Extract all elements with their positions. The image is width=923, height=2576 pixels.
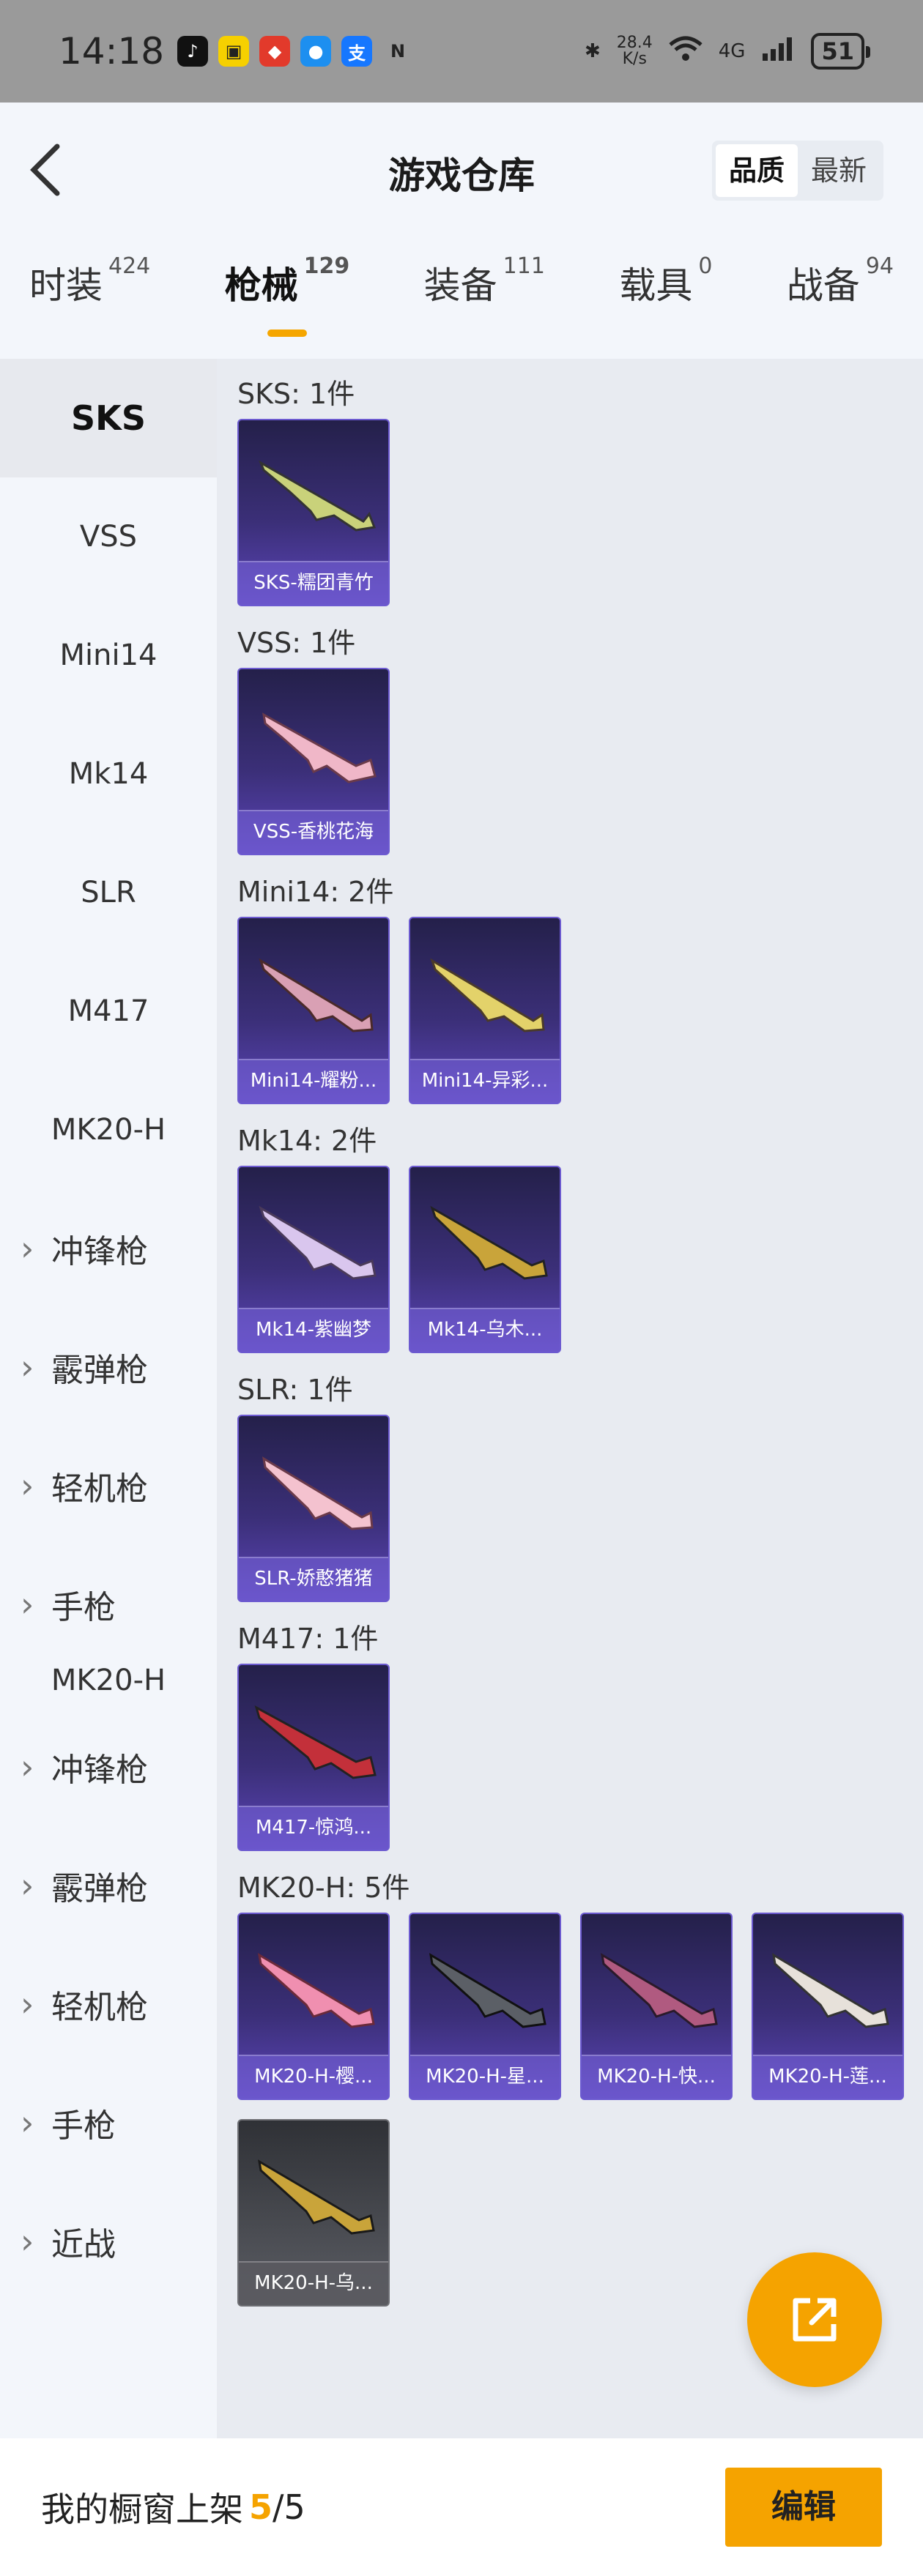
weapon-card[interactable]: MK20-H-星... xyxy=(409,1913,561,2100)
weapon-card-name: Mk14-紫幽梦 xyxy=(239,1308,388,1352)
sort-toggle: 品质 最新 xyxy=(711,141,883,201)
weapon-card-name: MK20-H-快... xyxy=(582,2055,731,2099)
section-title-m417: M417: 1件 xyxy=(237,1623,379,1655)
app-icon-yellow: ▣ xyxy=(218,36,250,67)
weapon-card[interactable]: VSS-香桃花海 xyxy=(237,668,390,855)
rifle-image xyxy=(262,712,377,783)
network-type: 4G xyxy=(718,40,746,62)
rifle-image xyxy=(259,958,374,1032)
sidebar-group-shotgun[interactable]: 霰弹枪 xyxy=(0,1308,217,1426)
weapon-card[interactable]: MK20-H-樱... xyxy=(237,1913,390,2100)
rifle-image xyxy=(430,958,545,1032)
share-button[interactable] xyxy=(747,2252,882,2387)
sidebar-group-lmg-2[interactable]: 轻机枪 xyxy=(0,1945,217,2063)
weapon-card[interactable]: MK20-H-莲... xyxy=(752,1913,904,2100)
rifle-image xyxy=(430,1205,548,1280)
signal-icon xyxy=(761,36,795,67)
showcase-bar: 我的橱窗上架 5/5 编辑 xyxy=(0,2438,923,2576)
app-icon-red: ◆ xyxy=(259,36,291,67)
weapon-card-name: MK20-H-星... xyxy=(410,2055,560,2099)
sidebar-group-smg[interactable]: 冲锋枪 xyxy=(0,1189,217,1308)
section-title-vss: VSS: 1件 xyxy=(237,627,356,659)
sort-quality-button[interactable]: 品质 xyxy=(715,144,798,197)
tab-vehicles[interactable]: 载具 0 xyxy=(619,253,712,337)
sidebar-item-sks[interactable]: SKS xyxy=(0,359,217,477)
external-link-icon xyxy=(793,2298,837,2342)
app-icon-blue: ● xyxy=(300,36,332,67)
section-title-mk14: Mk14: 2件 xyxy=(237,1125,377,1157)
page-header: 游戏仓库 品质 最新 xyxy=(0,103,923,242)
weapon-card[interactable]: M417-惊鸿... xyxy=(237,1664,390,1851)
wifi-icon xyxy=(669,36,703,67)
weapon-card-name: SKS-糯团青竹 xyxy=(239,561,388,605)
weapon-card[interactable]: MK20-H-乌... xyxy=(237,2119,390,2307)
rifle-image xyxy=(257,2159,375,2235)
showcase-label: 我的橱窗上架 xyxy=(41,2490,243,2529)
bluetooth-icon: ✱ xyxy=(584,40,601,62)
weapon-card-name: MK20-H-莲... xyxy=(753,2055,902,2099)
rifle-image xyxy=(259,460,377,532)
sidebar-group-smg-2[interactable]: 冲锋枪 xyxy=(0,1708,217,1826)
status-bar: 14:18 ♪ ▣ ◆ ● 支 N ✱ 28.4 K/s 4G 51 xyxy=(0,0,923,103)
battery-indicator: 51 xyxy=(811,33,870,70)
sidebar-item-m417[interactable]: M417 xyxy=(0,952,217,1071)
rifle-image xyxy=(257,1953,375,2028)
sidebar-group-pistol-2[interactable]: 手枪 xyxy=(0,2063,217,2182)
section-title-slr: SLR: 1件 xyxy=(237,1374,353,1406)
weapon-card-name: Mk14-乌木... xyxy=(410,1308,560,1352)
weapon-list: SKS: 1件 SKS-糯团青竹 VSS: 1件 VSS-香桃花海 Mini14… xyxy=(217,359,923,2438)
sort-latest-button[interactable]: 最新 xyxy=(798,144,880,197)
net-speed: 28.4 K/s xyxy=(616,34,653,68)
weapon-card-name: MK20-H-樱... xyxy=(239,2055,388,2099)
weapon-card[interactable]: Mini14-异彩... xyxy=(409,917,561,1104)
sidebar-item-slr[interactable]: SLR xyxy=(0,833,217,952)
sidebar-group-shotgun-2[interactable]: 霰弹枪 xyxy=(0,1826,217,1945)
weapon-card[interactable]: SKS-糯团青竹 xyxy=(237,419,390,606)
weapon-card-name: Mini14-异彩... xyxy=(410,1059,560,1103)
rifle-image xyxy=(771,1953,889,2028)
alipay-icon: 支 xyxy=(341,36,373,67)
section-title-mini14: Mini14: 2件 xyxy=(237,876,394,908)
section-title-mk20h: MK20-H: 5件 xyxy=(237,1872,410,1904)
weapon-card-name: MK20-H-乌... xyxy=(239,2261,388,2305)
weapon-card[interactable]: SLR-娇憨猪猪 xyxy=(237,1415,390,1602)
tab-guns[interactable]: 枪械 129 xyxy=(225,253,349,337)
nfc-icon: N xyxy=(390,41,406,62)
sidebar-group-pistol[interactable]: 手枪 xyxy=(0,1545,217,1664)
rifle-image xyxy=(254,1705,377,1779)
sidebar-item-mini14[interactable]: Mini14 xyxy=(0,596,217,715)
notification-icons: ♪ ▣ ◆ ● 支 N xyxy=(177,36,413,67)
sidebar-item-mk20h-duplicate[interactable]: MK20-H xyxy=(0,1664,217,1708)
tab-outfits[interactable]: 时装 424 xyxy=(29,253,150,337)
tab-equipment[interactable]: 装备 111 xyxy=(424,253,545,337)
category-tabs: 时装 424 枪械 129 装备 111 载具 0 战备 94 xyxy=(0,253,923,337)
edit-button[interactable]: 编辑 xyxy=(725,2468,882,2547)
weapon-card-name: Mini14-耀粉... xyxy=(239,1059,388,1103)
sidebar-item-mk14[interactable]: Mk14 xyxy=(0,715,217,833)
tiktok-icon: ♪ xyxy=(177,36,209,67)
rifle-image xyxy=(259,1205,377,1280)
sidebar-group-melee[interactable]: 近战 xyxy=(0,2182,217,2301)
tab-supplies[interactable]: 战备 94 xyxy=(787,253,894,337)
sidebar-item-mk20h[interactable]: MK20-H xyxy=(0,1071,217,1189)
weapon-card-name: M417-惊鸿... xyxy=(239,1806,388,1850)
sidebar-item-vss[interactable]: VSS xyxy=(0,477,217,596)
status-time: 14:18 xyxy=(59,30,165,72)
weapon-sidebar: SKS VSS Mini14 Mk14 SLR M417 MK20-H 冲锋枪 … xyxy=(0,359,217,2438)
showcase-count: 5/5 xyxy=(249,2487,305,2527)
weapon-card[interactable]: MK20-H-快... xyxy=(580,1913,733,2100)
weapon-card-name: SLR-娇憨猪猪 xyxy=(239,1557,388,1601)
weapon-card-name: VSS-香桃花海 xyxy=(239,810,388,854)
weapon-card[interactable]: Mk14-乌木... xyxy=(409,1166,561,1353)
rifle-image xyxy=(600,1953,718,2028)
weapon-card[interactable]: Mini14-耀粉... xyxy=(237,917,390,1104)
weapon-card[interactable]: Mk14-紫幽梦 xyxy=(237,1166,390,1353)
rifle-image xyxy=(262,1456,374,1530)
section-title-sks: SKS: 1件 xyxy=(237,378,355,410)
rifle-image xyxy=(429,1953,546,2028)
sidebar-group-lmg[interactable]: 轻机枪 xyxy=(0,1426,217,1545)
